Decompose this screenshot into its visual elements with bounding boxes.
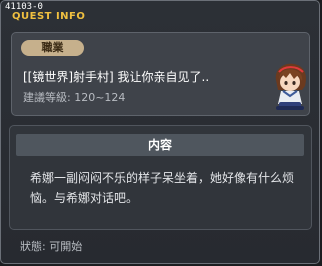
npc-girl-icon <box>275 63 306 110</box>
job-badge: 職業 <box>21 40 84 56</box>
npc-portrait-icon <box>268 62 312 112</box>
quest-content-panel: 内容 希娜一副闷闷不乐的样子呆坐着，她好像有什么烦恼。与希娜对话吧。 <box>9 125 312 230</box>
quest-name: [[镜世界]射手村] 我让你亲自见了.. <box>23 70 210 84</box>
recommended-level: 建議等級: 120~124 <box>23 91 126 104</box>
content-body: 希娜一副闷闷不乐的样子呆坐着，她好像有什么烦恼。与希娜对话吧。 <box>30 171 295 205</box>
quest-status: 狀態: 可開始 <box>20 240 83 253</box>
quest-info-window: 41103-0 QUEST INFO 職業 [[镜世界]射手村] 我让你亲自见了… <box>0 0 320 264</box>
content-header: 内容 <box>16 134 304 156</box>
window-title: QUEST INFO <box>12 11 86 22</box>
quest-summary-panel: 職業 [[镜世界]射手村] 我让你亲自见了.. 建議等級: 120~124 <box>11 32 310 116</box>
